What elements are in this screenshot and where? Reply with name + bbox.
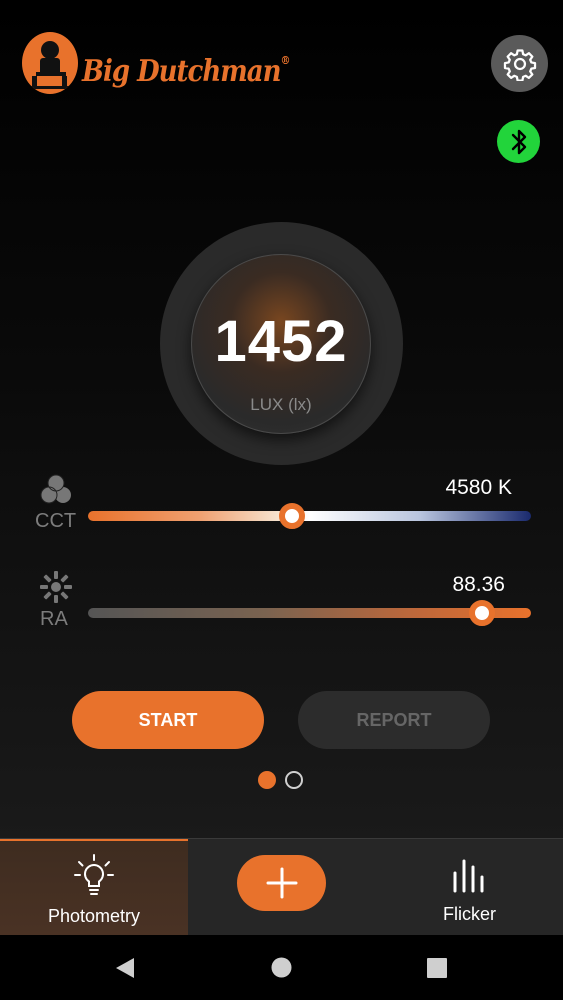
lux-unit: LUX (lx) — [250, 395, 312, 414]
system-nav-bar — [0, 935, 563, 1000]
page-indicator[interactable] — [285, 771, 303, 789]
app-screen: Big Dutchman® 1452 LUX (lx) CCT 4580 K R… — [0, 0, 563, 936]
back-icon[interactable] — [114, 957, 136, 979]
tab-flicker[interactable]: Flicker — [376, 839, 563, 936]
brand-logo: Big Dutchman® — [22, 32, 291, 94]
color-circles-icon — [40, 474, 71, 504]
recents-icon[interactable] — [427, 958, 447, 978]
ra-value: 88.36 — [452, 573, 505, 596]
ra-label: RA — [40, 608, 68, 630]
lux-value: 1452 — [214, 309, 348, 374]
home-icon[interactable] — [271, 957, 292, 978]
bluetooth-icon — [511, 129, 526, 154]
add-button[interactable] — [237, 855, 326, 911]
page-indicator-active[interactable] — [258, 771, 276, 789]
cct-slider-track[interactable] — [88, 511, 531, 521]
cct-slider-thumb[interactable] — [278, 503, 305, 529]
ra-slider-track[interactable] — [88, 608, 531, 618]
brand-name: Big Dutchman® — [82, 54, 291, 90]
tab-flicker-label: Flicker — [443, 904, 496, 924]
tab-photometry-label: Photometry — [47, 906, 141, 926]
bluetooth-status-button[interactable] — [497, 120, 540, 163]
cct-label: CCT — [35, 510, 77, 532]
cct-value: 4580 K — [445, 476, 512, 499]
ra-slider-thumb[interactable] — [469, 600, 496, 626]
light-bulb-icon — [74, 854, 114, 895]
bar-chart-icon — [453, 859, 484, 893]
color-wheel-icon — [40, 571, 72, 603]
gear-icon — [503, 48, 536, 81]
farmer-mascot-icon — [22, 32, 78, 94]
start-button[interactable]: START — [72, 691, 264, 749]
report-button[interactable]: REPORT — [298, 691, 490, 749]
settings-button[interactable] — [491, 35, 548, 92]
plus-icon — [266, 867, 297, 899]
bottom-tab-bar: Photometry Flicker — [0, 838, 563, 936]
tab-photometry[interactable]: Photometry — [0, 839, 188, 936]
